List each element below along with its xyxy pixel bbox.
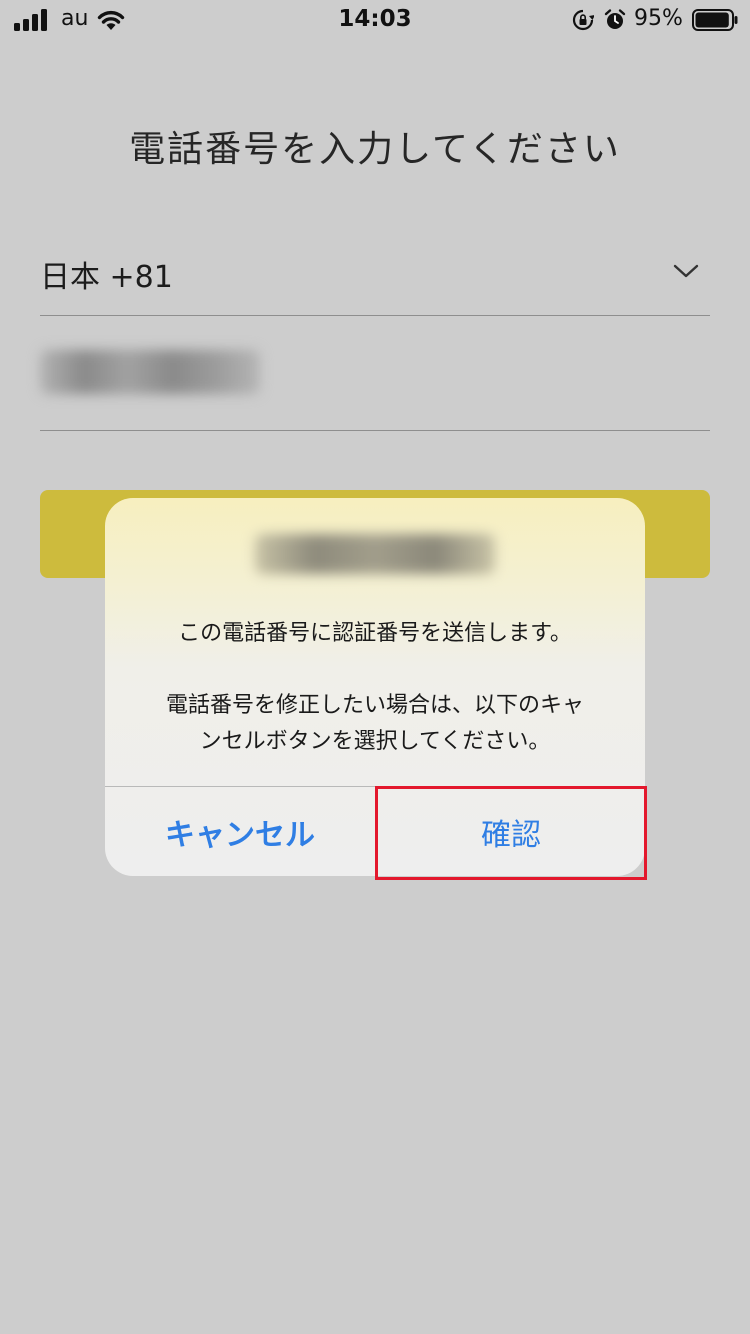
chevron-down-icon: [673, 264, 699, 278]
phone-divider: [40, 430, 710, 431]
alert-message: この電話番号に認証番号を送信します。 電話番号を修正したい場合は、以下のキャ ン…: [165, 621, 584, 754]
cancel-button[interactable]: キャンセル: [105, 787, 375, 876]
country-selector[interactable]: 日本 +81: [40, 240, 710, 315]
phone-number-value: [40, 350, 260, 394]
alarm-icon: [604, 9, 626, 29]
phone-number-input[interactable]: [40, 316, 710, 430]
alert-title: [255, 534, 495, 574]
rotation-lock-icon: [572, 9, 594, 31]
battery-icon: [692, 9, 738, 31]
confirmation-alert: この電話番号に認証番号を送信します。 電話番号を修正したい場合は、以下のキャ ン…: [105, 498, 645, 876]
battery-percentage: 95%: [634, 6, 683, 31]
country-code-label: 日本 +81: [40, 260, 173, 295]
page-title: 電話番号を入力してください: [129, 129, 621, 170]
status-bar: au 14:03 95%: [0, 0, 750, 40]
confirm-button[interactable]: 確認: [376, 787, 645, 876]
